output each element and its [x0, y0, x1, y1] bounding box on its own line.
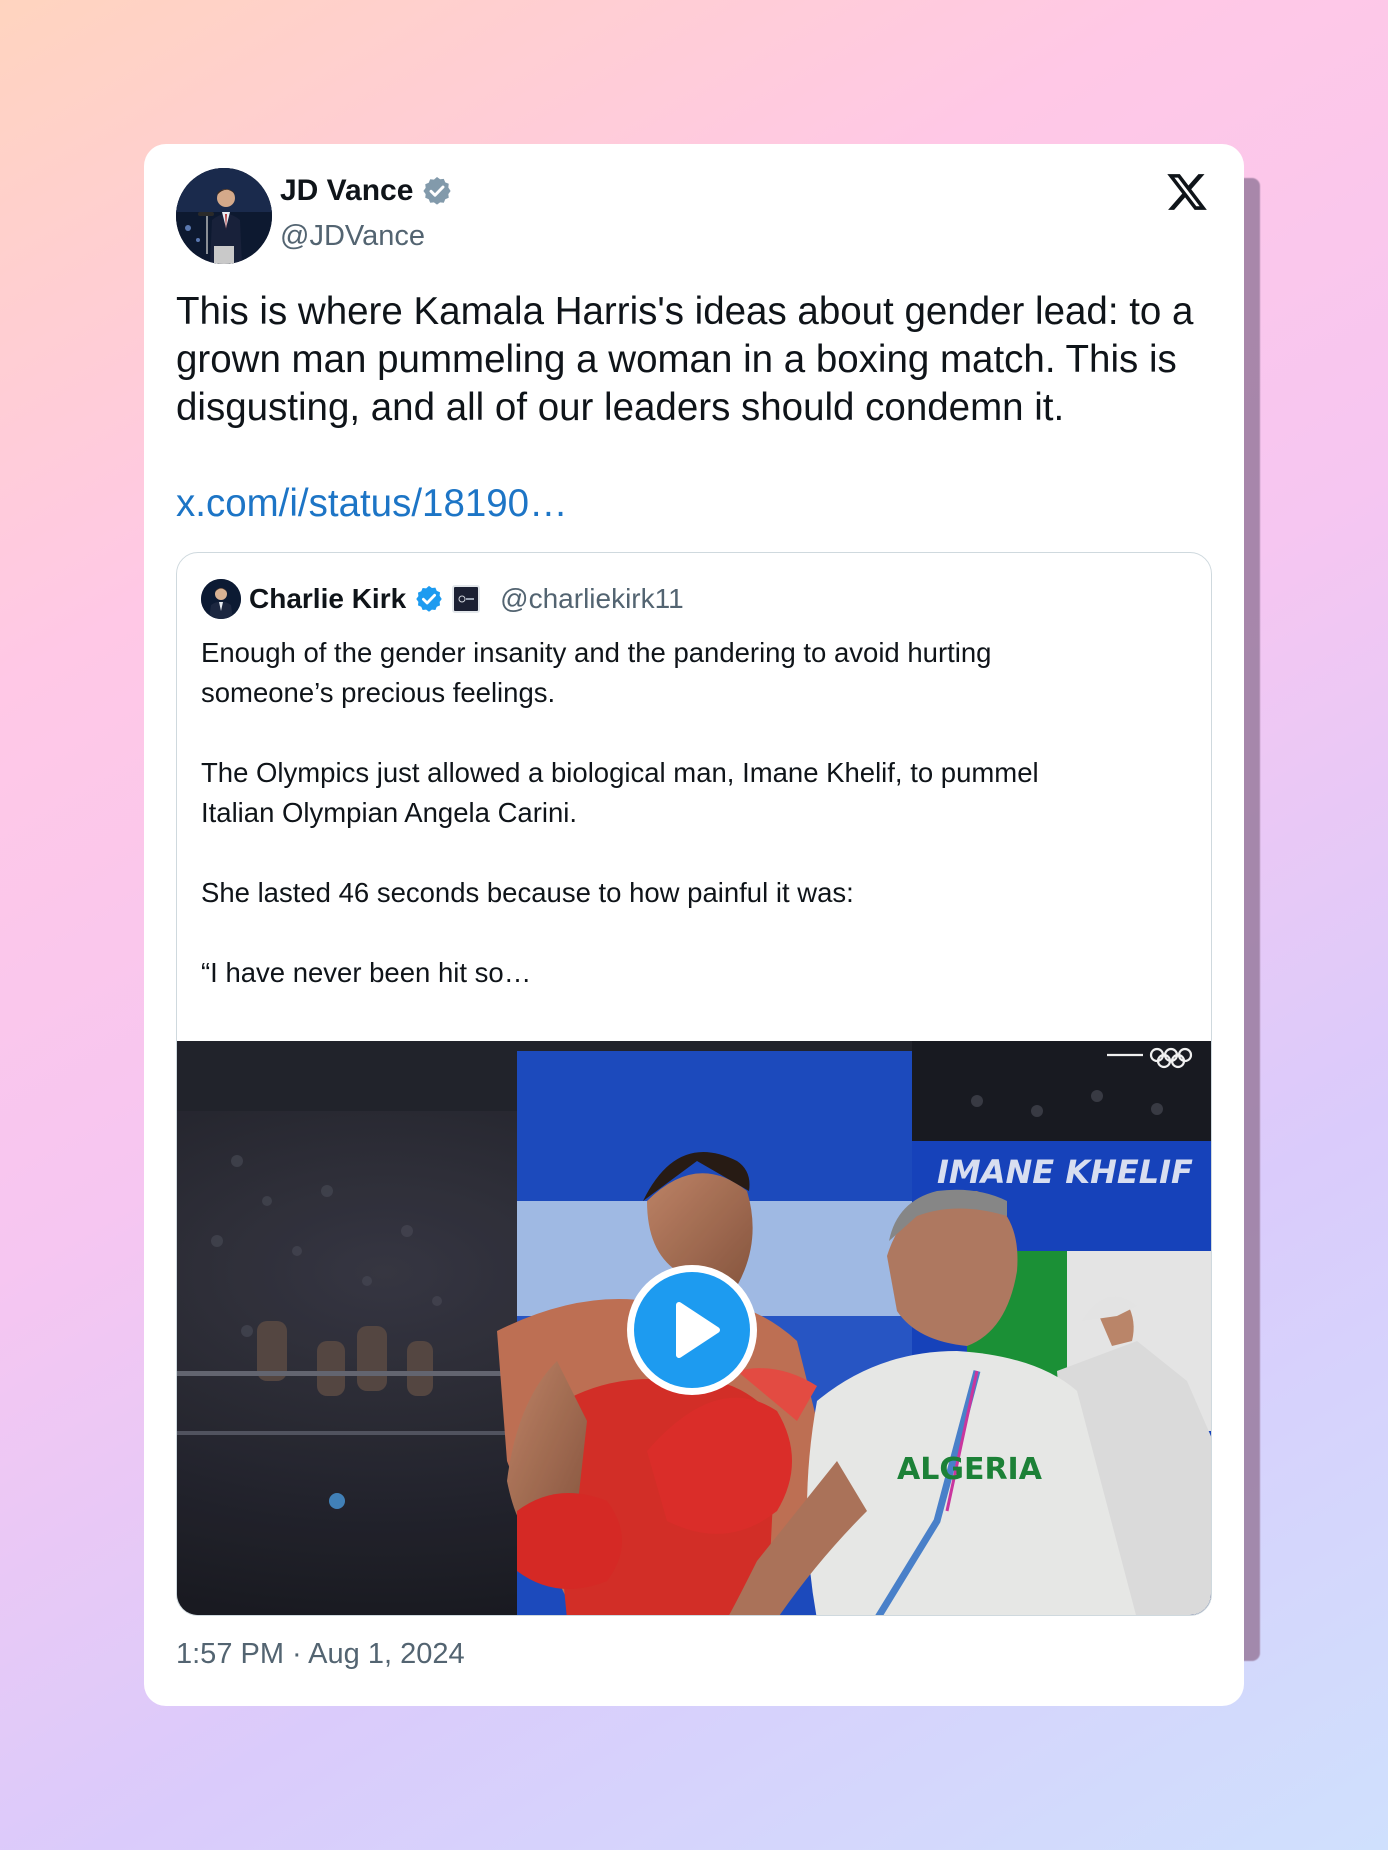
avatar[interactable] — [176, 168, 272, 264]
quoted-avatar[interactable] — [201, 579, 241, 619]
tweet-text: This is where Kamala Harris's ideas abou… — [176, 290, 1194, 429]
quoted-tweet[interactable]: Charlie Kirk @charliekirk11 Enough of th… — [176, 552, 1212, 1616]
affiliate-badge-icon[interactable] — [452, 585, 481, 613]
timestamp[interactable]: 1:57 PM · Aug 1, 2024 — [176, 1638, 465, 1671]
author-name-text[interactable]: JD Vance — [280, 174, 413, 208]
tweet-link[interactable]: x.com/i/status/18190… — [176, 480, 568, 528]
author-handle[interactable]: @JDVance — [280, 220, 425, 253]
play-icon — [676, 1302, 720, 1358]
quoted-author-handle[interactable]: @charliekirk11 — [500, 583, 684, 615]
verified-gray-icon — [423, 177, 452, 205]
verified-blue-icon — [416, 585, 442, 612]
quoted-tweet-text: Enough of the gender insanity and the pa… — [201, 637, 1039, 988]
x-logo-icon[interactable] — [1164, 170, 1210, 214]
video-player[interactable]: IMANE KHELIF ALGERIA — [177, 1041, 1211, 1615]
play-button[interactable] — [627, 1265, 757, 1395]
quoted-author[interactable]: Charlie Kirk @charliekirk11 — [249, 579, 684, 619]
quoted-author-name[interactable]: Charlie Kirk — [249, 583, 406, 615]
tweet-card: JD Vance @JDVance This is where Kamala H… — [144, 144, 1244, 1706]
author-name[interactable]: JD Vance — [280, 174, 453, 208]
